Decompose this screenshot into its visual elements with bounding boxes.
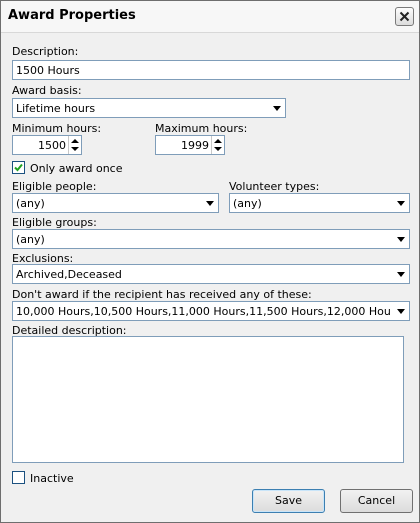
inactive-checkbox[interactable]: [12, 471, 25, 484]
close-button[interactable]: [395, 7, 414, 26]
spin-down-icon[interactable]: [214, 147, 222, 151]
volunteer-types-dropdown[interactable]: (any): [229, 193, 410, 213]
maximum-hours-spin-buttons[interactable]: [211, 136, 224, 154]
spin-up-icon[interactable]: [214, 139, 222, 143]
exclusions-dropdown[interactable]: Archived,Deceased: [12, 264, 410, 284]
description-input[interactable]: 1500 Hours: [12, 60, 410, 80]
volunteer-types-value: (any): [233, 197, 262, 210]
dialog-title: Award Properties: [8, 8, 136, 23]
dont-award-value: 10,000 Hours,10,500 Hours,11,000 Hours,1…: [16, 305, 391, 318]
eligible-people-label: Eligible people:: [12, 180, 97, 193]
description-label: Description:: [12, 45, 79, 58]
spin-up-icon[interactable]: [71, 139, 79, 143]
eligible-groups-dropdown[interactable]: (any): [12, 229, 410, 249]
dont-award-dropdown[interactable]: 10,000 Hours,10,500 Hours,11,000 Hours,1…: [12, 301, 410, 321]
only-award-once-checkbox[interactable]: [12, 161, 25, 174]
award-properties-dialog: Award Properties Description: 1500 Hours…: [0, 0, 420, 523]
maximum-hours-stepper[interactable]: 1999: [155, 135, 225, 155]
award-basis-label: Award basis:: [12, 84, 82, 97]
title-bar: Award Properties: [1, 1, 419, 33]
minimum-hours-spin-buttons[interactable]: [68, 136, 81, 154]
dont-award-label: Don't award if the recipient has receive…: [12, 288, 312, 301]
save-button[interactable]: Save: [252, 489, 325, 513]
eligible-groups-value: (any): [16, 233, 45, 246]
checkmark-icon: [14, 163, 23, 172]
maximum-hours-label: Maximum hours:: [155, 122, 248, 135]
spin-down-icon[interactable]: [71, 147, 79, 151]
chevron-down-icon: [397, 201, 405, 206]
award-basis-value: Lifetime hours: [16, 102, 96, 115]
volunteer-types-label: Volunteer types:: [229, 180, 320, 193]
eligible-people-value: (any): [16, 197, 45, 210]
chevron-down-icon: [397, 272, 405, 277]
close-icon: [399, 11, 410, 22]
cancel-button[interactable]: Cancel: [340, 489, 413, 513]
eligible-people-dropdown[interactable]: (any): [12, 193, 219, 213]
inactive-label[interactable]: Inactive: [30, 472, 74, 485]
chevron-down-icon: [273, 106, 281, 111]
chevron-down-icon: [397, 237, 405, 242]
award-basis-dropdown[interactable]: Lifetime hours: [12, 98, 286, 118]
detailed-description-textarea[interactable]: [12, 336, 404, 463]
minimum-hours-value: 1500: [38, 139, 66, 152]
minimum-hours-label: Minimum hours:: [12, 122, 102, 135]
only-award-once-label[interactable]: Only award once: [30, 162, 123, 175]
maximum-hours-value: 1999: [181, 139, 209, 152]
exclusions-value: Archived,Deceased: [16, 268, 122, 281]
eligible-groups-label: Eligible groups:: [12, 216, 97, 229]
chevron-down-icon: [397, 309, 405, 314]
chevron-down-icon: [206, 201, 214, 206]
minimum-hours-stepper[interactable]: 1500: [12, 135, 82, 155]
description-value: 1500 Hours: [16, 64, 80, 77]
